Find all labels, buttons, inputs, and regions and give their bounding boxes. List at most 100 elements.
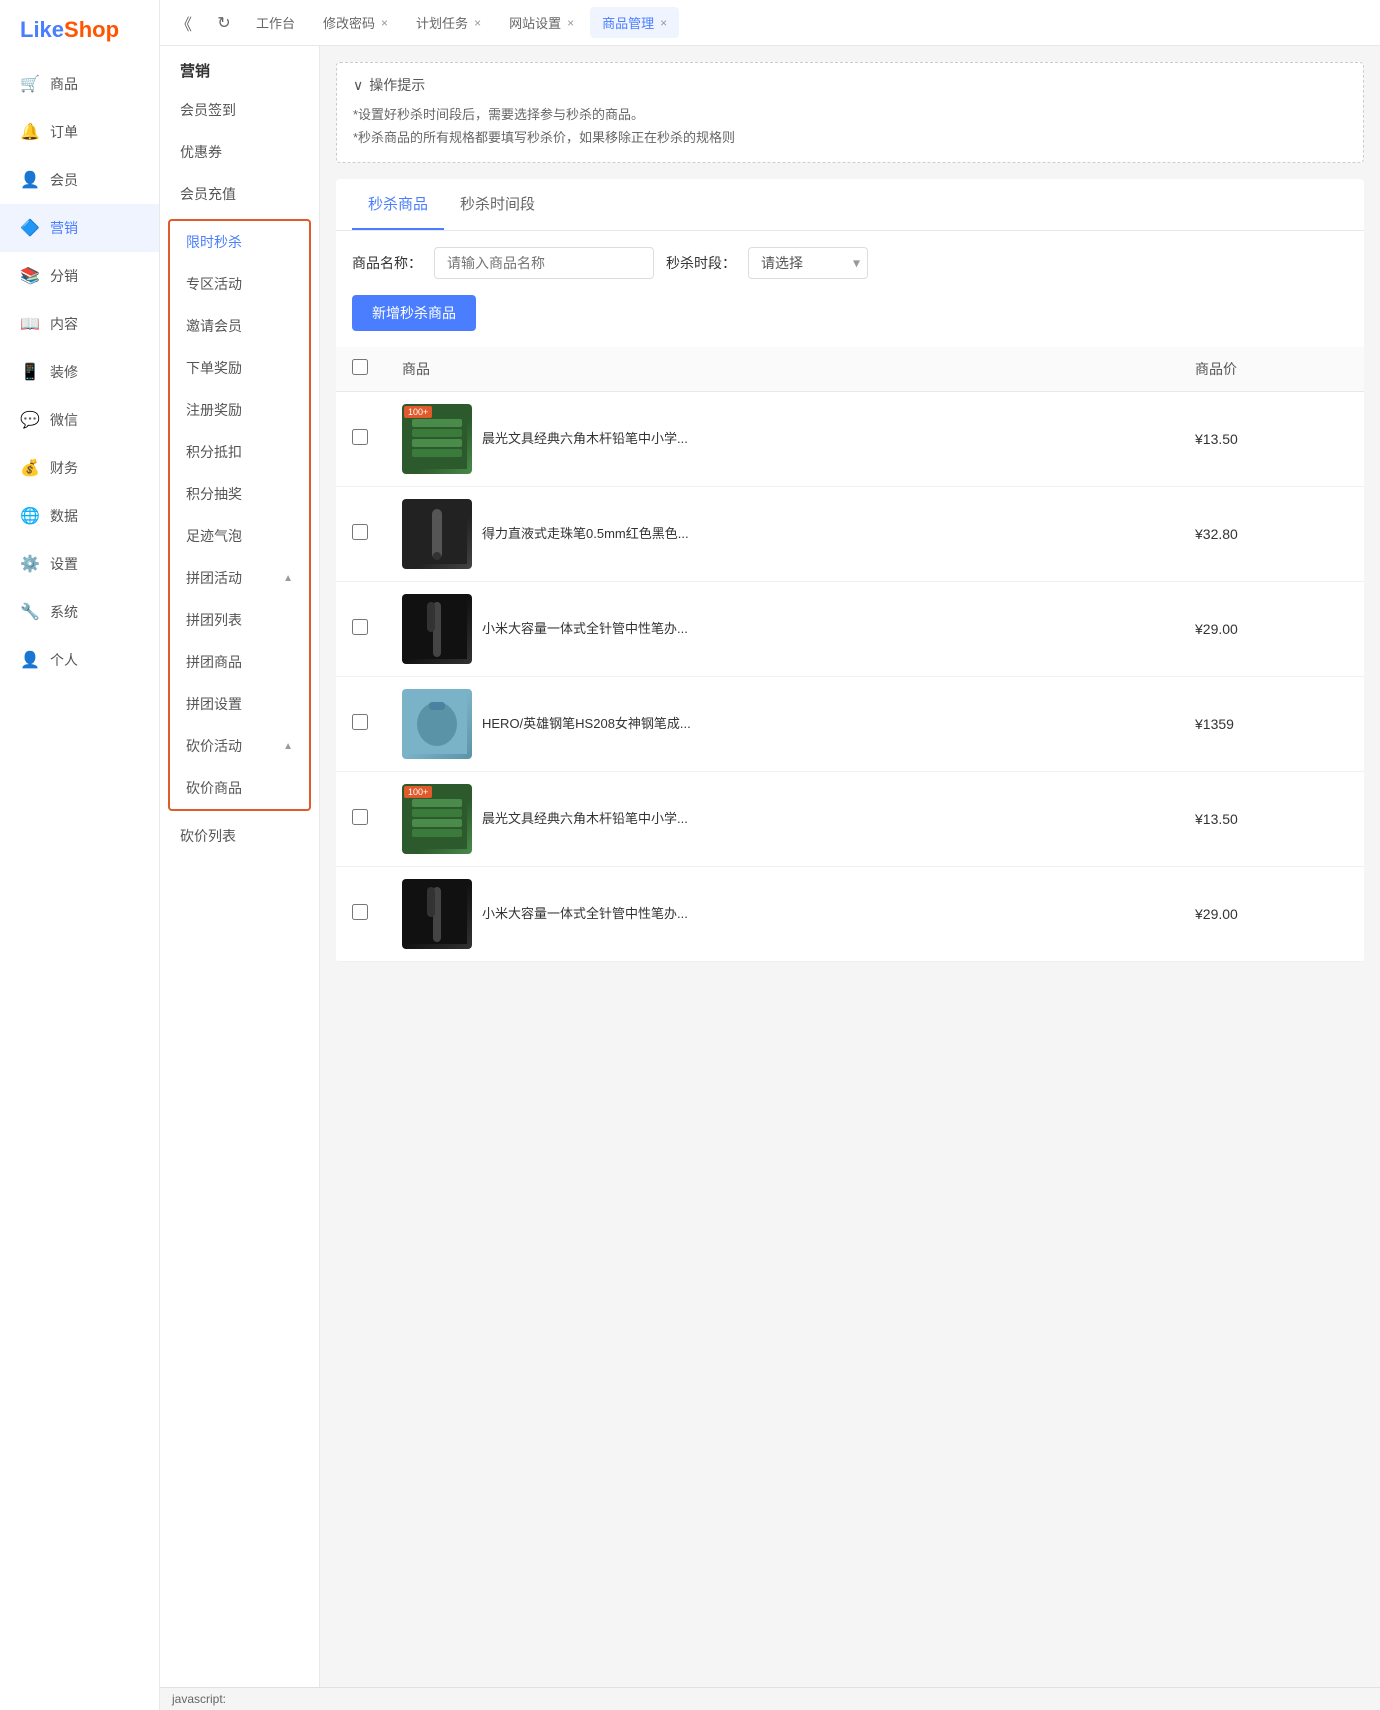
product-thumbnail: [402, 879, 472, 949]
row-checkbox-cell: [336, 581, 386, 676]
sidebar-item-decoration[interactable]: 📱 装修: [0, 348, 159, 396]
secondary-nav-member-recharge[interactable]: 会员充值: [160, 173, 319, 215]
secondary-nav-member-signin[interactable]: 会员签到: [160, 89, 319, 131]
row-product-cell: 得力直液式走珠笔0.5mm红色黑色...: [386, 486, 1179, 581]
product-thumbnail: [402, 689, 472, 759]
secondary-nav-group-buy[interactable]: 拼团活动 ▲: [170, 557, 309, 599]
settings-icon: ⚙️: [20, 554, 40, 574]
sidebar-item-personal[interactable]: 👤 个人: [0, 636, 159, 684]
product-name-input[interactable]: [434, 247, 654, 279]
sidebar-label-finance: 财务: [50, 458, 78, 478]
flash-time-select-wrap: 请选择: [748, 247, 868, 279]
sidebar-item-data[interactable]: 🌐 数据: [0, 492, 159, 540]
table-row: 100+ 晨光文具经典六角木杆铅笔中小学... ¥13.50: [336, 771, 1364, 866]
sidebar-item-distribution[interactable]: 📚 分销: [0, 252, 159, 300]
sidebar-label-goods: 商品: [50, 74, 78, 94]
add-flash-sale-button[interactable]: 新增秒杀商品: [352, 295, 476, 331]
sidebar-item-goods[interactable]: 🛒 商品: [0, 60, 159, 108]
product-thumbnail: 100+: [402, 404, 472, 474]
logo-text: LikeShop: [20, 17, 119, 43]
row-checkbox-2[interactable]: [352, 619, 368, 635]
secondary-nav-group-settings[interactable]: 拼团设置: [170, 683, 309, 725]
table-row: 得力直液式走珠笔0.5mm红色黑色... ¥32.80: [336, 486, 1364, 581]
sidebar-item-finance[interactable]: 💰 财务: [0, 444, 159, 492]
secondary-section-title: 营销: [160, 46, 319, 89]
decoration-icon: 📱: [20, 362, 40, 382]
tab-close-change-password[interactable]: ×: [381, 16, 388, 30]
secondary-nav-group-goods[interactable]: 拼团商品: [170, 641, 309, 683]
sidebar-item-system[interactable]: 🔧 系统: [0, 588, 159, 636]
tab-workbench[interactable]: 工作台: [244, 7, 307, 38]
tab-label-plan-task: 计划任务: [416, 13, 468, 32]
product-table: 商品 商品价 100+ 晨光文具经典六角木杆铅笔中小学... ¥13.50: [336, 347, 1364, 962]
personal-icon: 👤: [20, 650, 40, 670]
tab-bar: 《 ↻ 工作台修改密码×计划任务×网站设置×商品管理×: [160, 0, 1380, 46]
tips-header[interactable]: ∨ 操作提示: [353, 75, 1347, 95]
product-name: 小米大容量一体式全针管中性笔办...: [482, 619, 688, 639]
product-badge: 100+: [404, 406, 432, 418]
tab-close-plan-task[interactable]: ×: [474, 16, 481, 30]
tab-change-password[interactable]: 修改密码×: [311, 7, 400, 38]
sidebar-item-wechat[interactable]: 💬 微信: [0, 396, 159, 444]
tab-close-goods-management[interactable]: ×: [660, 16, 667, 30]
data-icon: 🌐: [20, 506, 40, 526]
secondary-nav-register-reward[interactable]: 注册奖励: [170, 389, 309, 431]
row-price-cell: ¥1359: [1179, 676, 1364, 771]
row-checkbox-cell: [336, 676, 386, 771]
secondary-label-invite-member: 邀请会员: [186, 316, 242, 336]
distribution-icon: 📚: [20, 266, 40, 286]
nav-items: 🛒 商品 🔔 订单 👤 会员 🔷 营销 📚 分销 📖 内容 📱 装修 💬 微信 …: [0, 60, 159, 1710]
row-price-cell: ¥29.00: [1179, 866, 1364, 961]
secondary-label-special-zone: 专区活动: [186, 274, 242, 294]
secondary-label-points-deduct: 积分抵扣: [186, 442, 242, 462]
secondary-nav-flash-sale[interactable]: 限时秒杀: [170, 221, 309, 263]
secondary-label-group-goods: 拼团商品: [186, 652, 242, 672]
row-price-cell: ¥32.80: [1179, 486, 1364, 581]
collapse-button[interactable]: 《: [168, 7, 200, 39]
sidebar-item-settings[interactable]: ⚙️ 设置: [0, 540, 159, 588]
th-checkbox: [336, 347, 386, 392]
reload-button[interactable]: ↻: [208, 7, 240, 39]
secondary-label-bargain-goods: 砍价商品: [186, 778, 242, 798]
select-all-checkbox[interactable]: [352, 359, 368, 375]
secondary-nav-bargain-activity[interactable]: 砍价活动▲: [170, 725, 309, 767]
logo: LikeShop: [0, 0, 159, 60]
secondary-nav-bargain-goods[interactable]: 砍价商品: [170, 767, 309, 809]
sidebar-label-settings: 设置: [50, 554, 78, 574]
secondary-nav-points-deduct[interactable]: 积分抵扣: [170, 431, 309, 473]
secondary-nav-footprint-bubble[interactable]: 足迹气泡: [170, 515, 309, 557]
sub-tabs: 秒杀商品秒杀时间段: [336, 179, 1364, 231]
sub-tab-flash-goods[interactable]: 秒杀商品: [352, 179, 444, 230]
sidebar-item-marketing[interactable]: 🔷 营销: [0, 204, 159, 252]
flash-time-select[interactable]: 请选择: [748, 247, 868, 279]
row-checkbox-0[interactable]: [352, 429, 368, 445]
flash-time-label: 秒杀时段：: [666, 253, 736, 273]
product-thumbnail: 100+: [402, 784, 472, 854]
secondary-nav-bargain-list[interactable]: 砍价列表: [160, 815, 319, 857]
expand-arrow-group-buy: ▲: [283, 573, 293, 584]
row-checkbox-5[interactable]: [352, 904, 368, 920]
sidebar-label-order: 订单: [50, 122, 78, 142]
row-checkbox-1[interactable]: [352, 524, 368, 540]
sidebar-item-order[interactable]: 🔔 订单: [0, 108, 159, 156]
secondary-nav-points-lottery[interactable]: 积分抽奖: [170, 473, 309, 515]
sidebar-item-content[interactable]: 📖 内容: [0, 300, 159, 348]
tab-plan-task[interactable]: 计划任务 ×: [404, 7, 493, 38]
secondary-nav-coupon[interactable]: 优惠券: [160, 131, 319, 173]
filter-row: 商品名称： 秒杀时段： 请选择: [336, 231, 1364, 295]
tab-goods-management[interactable]: 商品管理×: [590, 7, 679, 38]
secondary-nav-invite-member[interactable]: 邀请会员: [170, 305, 309, 347]
tab-website-settings[interactable]: 网站设置×: [497, 7, 586, 38]
row-checkbox-3[interactable]: [352, 714, 368, 730]
tab-close-website-settings[interactable]: ×: [567, 16, 574, 30]
sidebar-item-member[interactable]: 👤 会员: [0, 156, 159, 204]
secondary-label-group-buy: 拼团活动: [186, 568, 242, 588]
secondary-nav-group-list[interactable]: 拼团列表: [170, 599, 309, 641]
row-product-cell: 小米大容量一体式全针管中性笔办...: [386, 866, 1179, 961]
secondary-nav-order-reward[interactable]: 下单奖励: [170, 347, 309, 389]
sub-tab-flash-time[interactable]: 秒杀时间段: [444, 179, 551, 230]
secondary-nav-special-zone[interactable]: 专区活动: [170, 263, 309, 305]
product-thumbnail: [402, 594, 472, 664]
sidebar-label-distribution: 分销: [50, 266, 78, 286]
row-checkbox-4[interactable]: [352, 809, 368, 825]
